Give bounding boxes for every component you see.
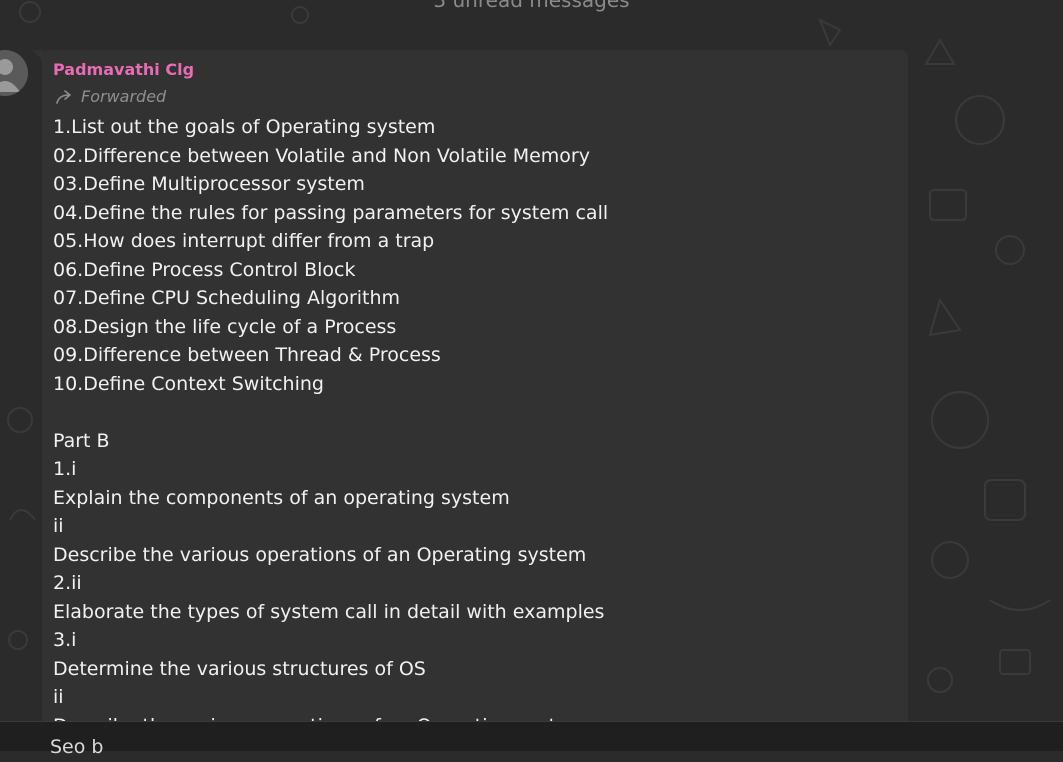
message-line: ii <box>53 686 64 708</box>
message-line: Part B <box>53 429 110 452</box>
message-line: Explain the components of an operating s… <box>53 486 510 509</box>
message-line: ii <box>53 515 64 537</box>
forward-arrow-icon <box>56 90 71 104</box>
message-line-blank <box>53 398 893 427</box>
forwarded-label: Forwarded <box>81 87 167 106</box>
forwarded-indicator: Forwarded <box>55 86 166 108</box>
message-line: 09.Difference between Thread & Process <box>53 344 441 366</box>
message-line: 10.Define Context Switching <box>53 372 324 395</box>
sender-avatar[interactable] <box>0 50 28 96</box>
message-line: 06.Define Process Control Block <box>53 258 356 281</box>
unread-messages-banner: 3 unread messages <box>433 0 630 12</box>
composer-bar[interactable]: Seo b <box>0 721 1063 758</box>
sender-name[interactable]: Padmavathi Clg <box>53 59 194 81</box>
composer-partial-text[interactable]: Seo b <box>50 732 103 762</box>
message-text[interactable]: 1.List out the goals of Operating system… <box>53 113 893 740</box>
message-line: 02.Difference between Volatile and Non V… <box>53 144 590 167</box>
person-icon <box>0 59 20 92</box>
message-line: 3.i <box>53 629 77 651</box>
message-line: 2.ii <box>53 572 82 594</box>
message-line: 07.Define CPU Scheduling Algorithm <box>53 287 401 309</box>
message-line: 04.Define the rules for passing paramete… <box>53 201 609 224</box>
message-line: Determine the various structures of OS <box>53 657 426 680</box>
message-line: Elaborate the types of system call in de… <box>53 600 605 623</box>
message-line: 1.List out the goals of Operating system <box>53 116 436 138</box>
message-line: 05.How does interrupt differ from a trap <box>53 230 435 252</box>
message-line: 03.Define Multiprocessor system <box>53 173 365 195</box>
message-line: 1.i <box>53 458 77 480</box>
message-line: 08.Design the life cycle of a Process <box>53 315 397 338</box>
message-line: Describe the various operations of an Op… <box>53 543 587 566</box>
